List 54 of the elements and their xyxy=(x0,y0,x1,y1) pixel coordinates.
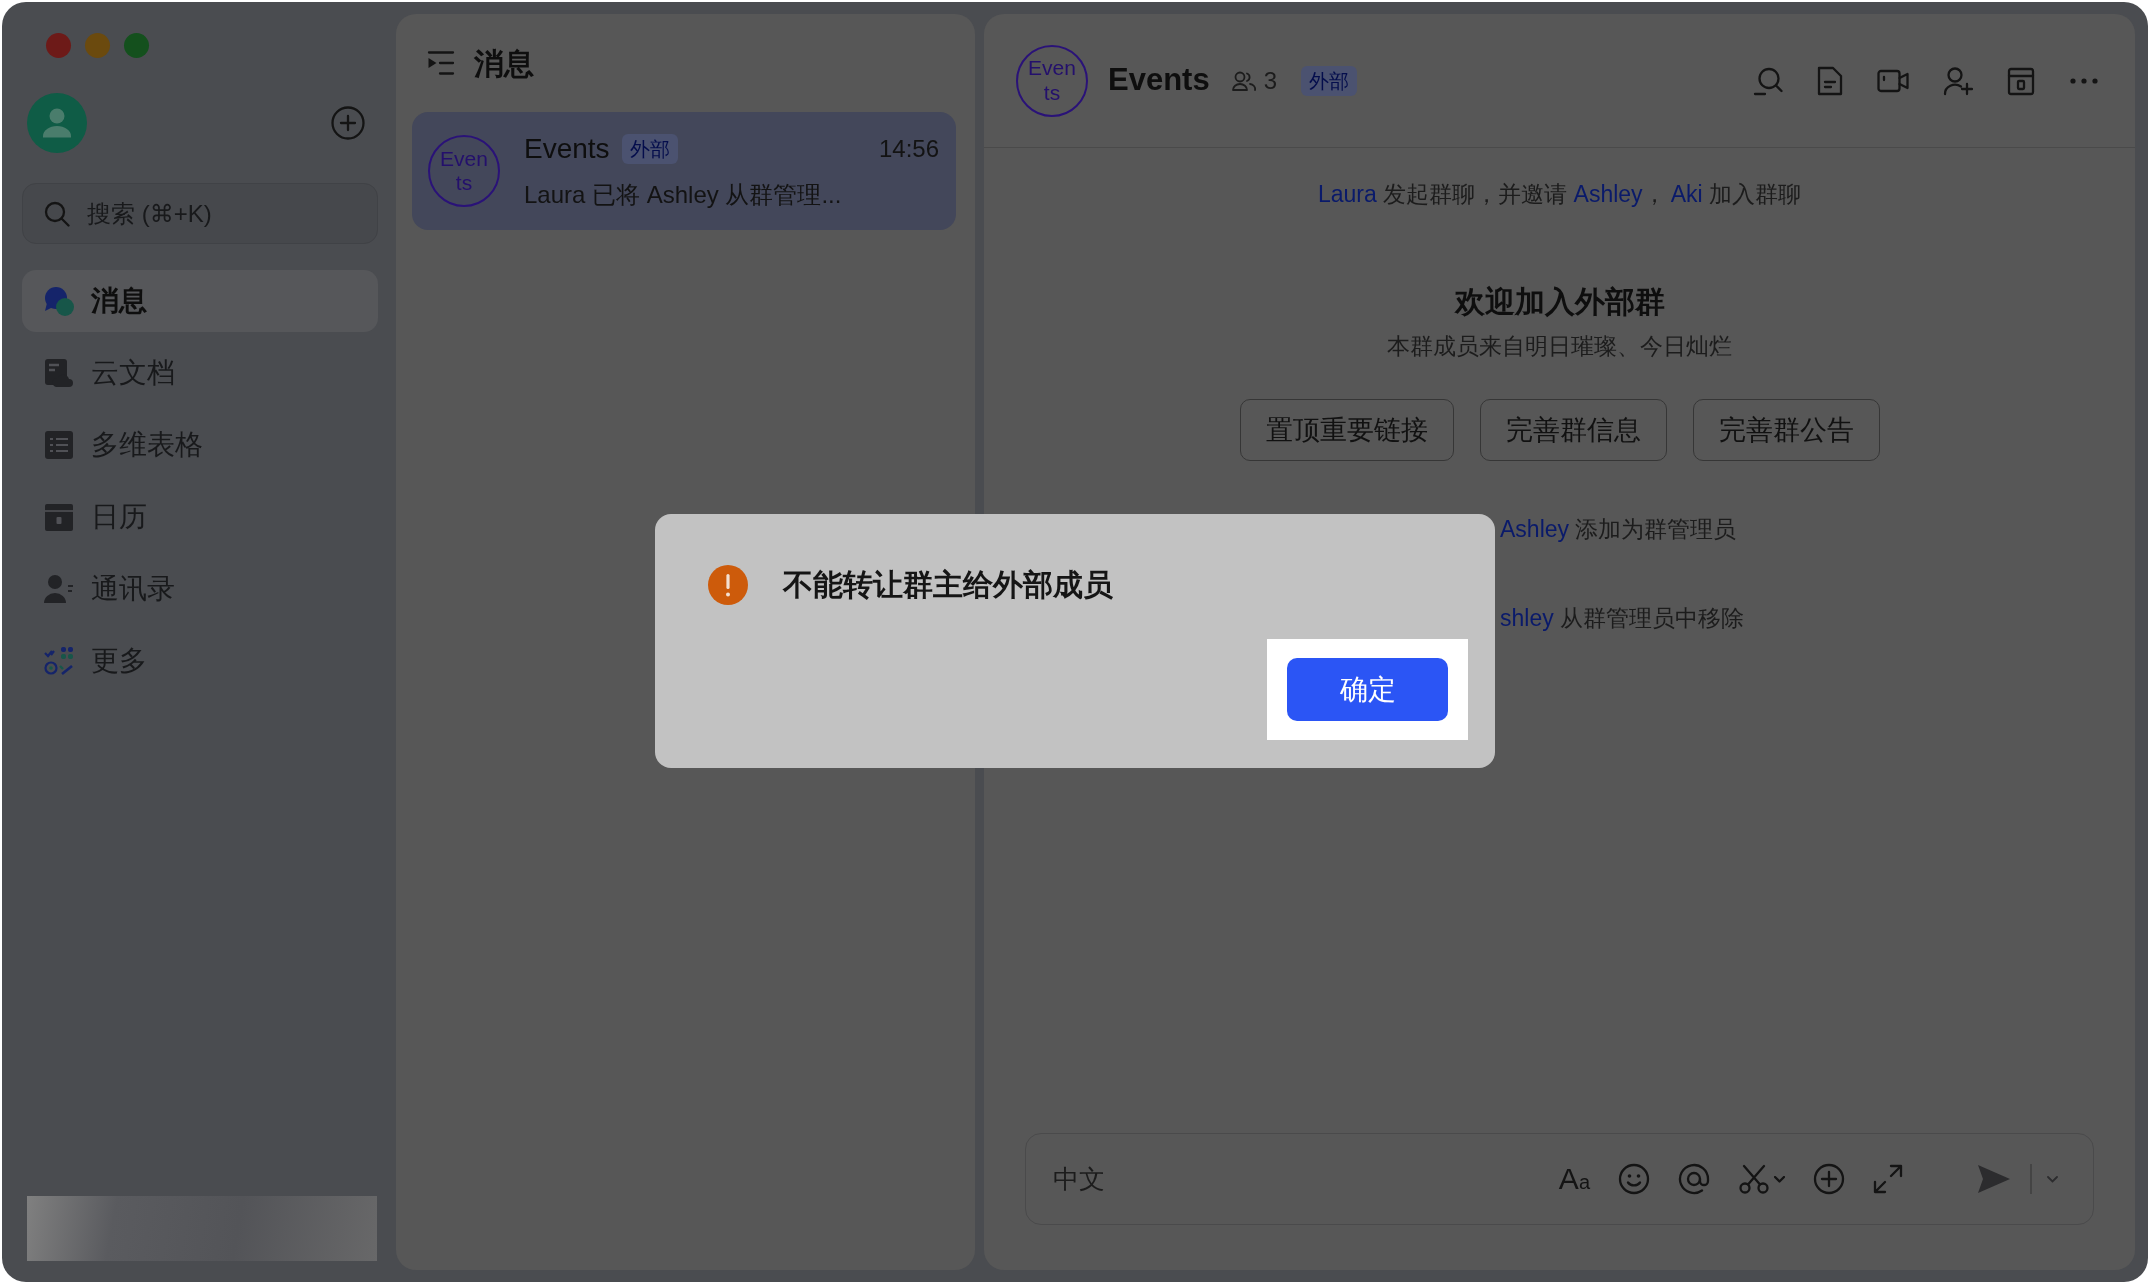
message-preview: Laura 已将 Ashley 从群管理... xyxy=(524,180,843,210)
system-message: Laura 发起群聊，并邀请 Ashley， Aki 加入群聊 xyxy=(1317,180,1802,209)
caret-icon[interactable] xyxy=(2047,1175,2058,1183)
user-link[interactable]: Ashley xyxy=(1500,516,1570,542)
member-count: 3 xyxy=(1263,65,1278,96)
more-icon[interactable] xyxy=(2069,76,2099,85)
quick-action-button[interactable]: 完善群公告 xyxy=(1692,399,1880,461)
expand-icon[interactable] xyxy=(1873,1164,1903,1194)
video-camera-icon[interactable] xyxy=(1877,67,1909,94)
dialog-message: 不能转让群主给外部成员 xyxy=(783,567,1113,603)
window-close-icon[interactable] xyxy=(46,33,71,58)
user-link[interactable]: Laura xyxy=(1317,181,1377,207)
add-icon[interactable] xyxy=(331,106,365,140)
user-link[interactable]: Aki xyxy=(1670,181,1703,207)
mention-icon[interactable] xyxy=(1678,1163,1710,1195)
system-message: shley 从群管理员中移除 xyxy=(1500,604,1745,633)
people-icon xyxy=(1231,70,1256,91)
external-tag: 外部 xyxy=(621,134,678,164)
confirm-button[interactable]: 确定 xyxy=(1287,658,1448,721)
message-input[interactable]: 中文 xyxy=(1053,1159,1559,1199)
caret-icon[interactable] xyxy=(1774,1175,1785,1183)
text-format-button[interactable]: Aa xyxy=(1558,1164,1590,1194)
cloud-document-icon xyxy=(44,358,74,388)
avatar-icon[interactable] xyxy=(27,93,87,153)
document-icon[interactable] xyxy=(1817,65,1843,96)
external-tag: 外部 xyxy=(1301,65,1358,96)
message-time: 14:56 xyxy=(878,134,939,164)
welcome-title: 欢迎加入外部群 xyxy=(1454,284,1665,320)
group-avatar: Events xyxy=(1016,44,1088,117)
person-icon xyxy=(44,574,74,604)
chat-name: Events xyxy=(524,132,610,166)
search-icon[interactable] xyxy=(1753,65,1783,96)
add-person-icon[interactable] xyxy=(1943,65,1973,96)
welcome-subtitle: 本群成员来自明日璀璨、今日灿烂 xyxy=(1387,332,1732,361)
send-icon[interactable] xyxy=(1977,1164,2011,1194)
apps-grid-icon xyxy=(44,646,74,676)
user-link[interactable]: Ashley xyxy=(1573,181,1643,207)
add-icon[interactable] xyxy=(1813,1163,1845,1195)
chat-bubbles-icon xyxy=(44,286,74,316)
calendar-icon[interactable] xyxy=(2007,65,2035,96)
sidebar-toggle-icon[interactable] xyxy=(427,50,455,76)
warning-icon xyxy=(708,565,748,605)
calendar-icon xyxy=(44,502,74,532)
search-icon xyxy=(44,201,70,227)
quick-action-button[interactable]: 完善群信息 xyxy=(1479,399,1667,461)
panel-title: 消息 xyxy=(474,45,534,82)
sidebar-item[interactable]: 消息 xyxy=(22,270,378,332)
system-message: Ashley 添加为群管理员 xyxy=(1500,515,1737,544)
quick-action-button[interactable]: 置顶重要链接 xyxy=(1239,399,1454,461)
user-link[interactable]: shley xyxy=(1500,605,1554,631)
chat-title: Events xyxy=(1108,61,1210,100)
scissors-icon[interactable] xyxy=(1738,1164,1770,1194)
emoji-icon[interactable] xyxy=(1618,1163,1650,1195)
table-icon xyxy=(44,430,74,460)
